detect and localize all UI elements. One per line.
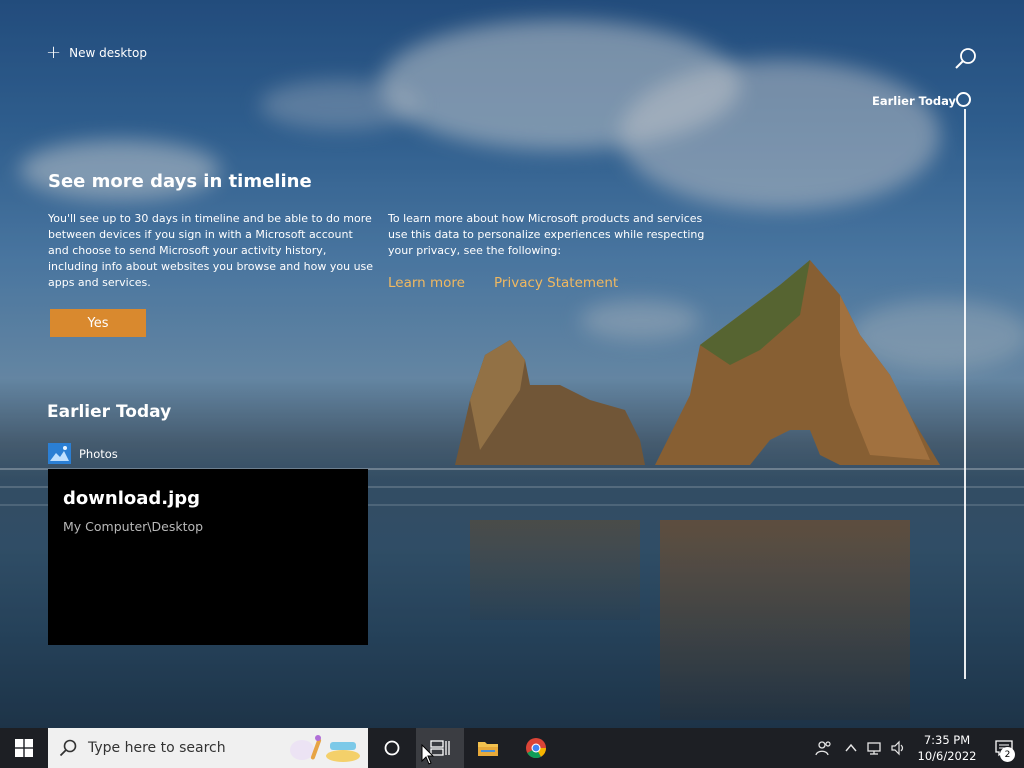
promo-description: You'll see up to 30 days in timeline and… bbox=[48, 212, 374, 289]
volume-button[interactable] bbox=[886, 728, 910, 768]
photos-icon bbox=[48, 443, 71, 464]
volume-icon bbox=[891, 740, 904, 756]
promo-title: See more days in timeline bbox=[48, 171, 312, 192]
system-tray: 7:35 PM 10/6/2022 2 bbox=[806, 728, 1024, 768]
activity-card[interactable]: download.jpg My Computer\Desktop bbox=[48, 469, 368, 645]
taskbar-search-box[interactable]: Type here to search bbox=[48, 728, 368, 768]
chrome-button[interactable] bbox=[512, 728, 560, 768]
plus-icon: + bbox=[46, 42, 62, 63]
search-highlight-illustration-icon[interactable] bbox=[288, 732, 362, 764]
cortana-icon bbox=[384, 740, 400, 756]
start-button[interactable] bbox=[0, 728, 48, 768]
new-desktop-label: New desktop bbox=[69, 46, 147, 60]
chevron-up-icon bbox=[845, 743, 857, 752]
activity-file-path: My Computer\Desktop bbox=[63, 519, 204, 534]
activity-app-header: Photos bbox=[48, 443, 118, 464]
learn-more-link[interactable]: Learn more bbox=[388, 275, 465, 291]
timeline-search-icon[interactable] bbox=[952, 46, 978, 72]
cortana-button[interactable] bbox=[368, 728, 416, 768]
section-title-earlier-today: Earlier Today bbox=[47, 402, 172, 422]
privacy-statement-link[interactable]: Privacy Statement bbox=[494, 275, 618, 291]
file-explorer-button[interactable] bbox=[464, 728, 512, 768]
activity-app-name: Photos bbox=[79, 446, 118, 461]
people-button[interactable] bbox=[806, 728, 840, 768]
clock-date: 10/6/2022 bbox=[917, 749, 977, 763]
network-icon bbox=[867, 742, 881, 755]
activity-file-name: download.jpg bbox=[63, 488, 201, 509]
timeline-scrubber-track[interactable] bbox=[964, 109, 966, 679]
timeline-scrubber-node[interactable] bbox=[956, 92, 971, 107]
show-hidden-icons-button[interactable] bbox=[840, 728, 862, 768]
clock-time: 7:35 PM bbox=[923, 733, 971, 747]
search-icon bbox=[59, 739, 77, 757]
taskbar-clock[interactable]: 7:35 PM 10/6/2022 bbox=[910, 732, 984, 764]
notification-count-badge: 2 bbox=[1000, 747, 1015, 762]
mouse-cursor-icon bbox=[421, 744, 435, 765]
people-icon bbox=[815, 741, 831, 756]
taskbar: Type here to search 7:35 PM 10/6/2022 2 bbox=[0, 728, 1024, 768]
search-placeholder: Type here to search bbox=[88, 740, 226, 756]
action-center-button[interactable]: 2 bbox=[984, 728, 1024, 768]
windows-logo-icon bbox=[15, 739, 33, 757]
chrome-icon bbox=[526, 738, 547, 759]
timeline-scrubber-label[interactable]: Earlier Today bbox=[872, 94, 956, 108]
file-explorer-icon bbox=[478, 742, 498, 756]
new-desktop-button[interactable]: + New desktop bbox=[46, 44, 147, 62]
yes-button[interactable]: Yes bbox=[50, 309, 146, 337]
promo-privacy-text: To learn more about how Microsoft produc… bbox=[388, 212, 705, 257]
network-button[interactable] bbox=[862, 728, 886, 768]
